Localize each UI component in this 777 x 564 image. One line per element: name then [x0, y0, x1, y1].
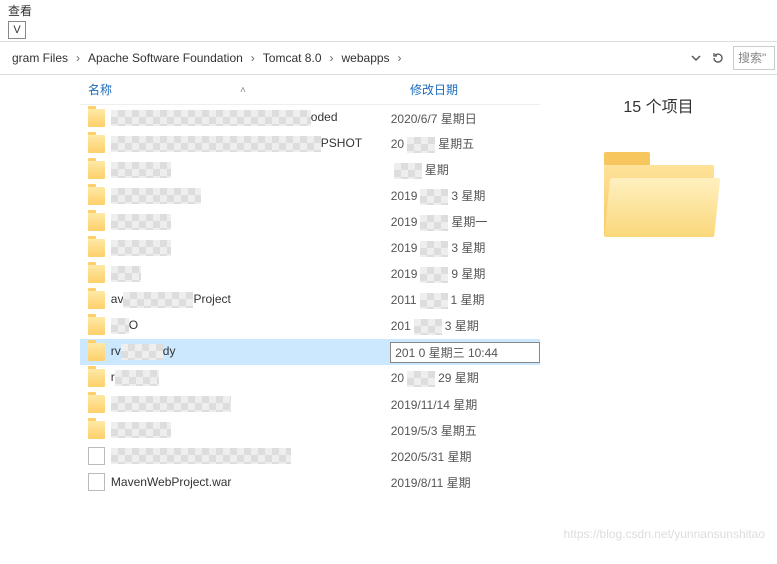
folder-icon [88, 369, 105, 387]
list-item[interactable]: 2019星期一 [80, 209, 540, 235]
crumb-2[interactable]: Tomcat 8.0 [257, 49, 328, 67]
file-list: 名称 ˄ 修改日期 oded2020/6/7 星期日PSHOT20星期五星期20… [0, 75, 540, 564]
column-header-name[interactable]: 名称 ˄ [80, 81, 410, 98]
file-name [111, 214, 391, 230]
folder-icon [88, 135, 105, 153]
folder-preview-icon [604, 147, 714, 237]
chevron-right-icon: › [396, 51, 404, 65]
folder-icon [88, 395, 105, 413]
file-name: r [111, 370, 391, 386]
refresh-icon[interactable] [707, 47, 729, 69]
search-input[interactable]: 搜索" [733, 46, 775, 70]
file-icon [88, 447, 105, 465]
list-item[interactable]: oded2020/6/7 星期日 [80, 105, 540, 131]
file-date: 20193 星期 [391, 187, 540, 205]
file-date: 20199 星期 [391, 265, 540, 283]
list-item[interactable]: r2029 星期 [80, 365, 540, 391]
file-name [111, 448, 391, 464]
list-item[interactable]: rvdy201 0 星期三 10:44 [80, 339, 540, 365]
folder-icon [88, 343, 105, 361]
folder-icon [88, 161, 105, 179]
file-name [111, 188, 391, 204]
file-date: 20星期五 [391, 135, 540, 153]
file-name: O [111, 318, 391, 334]
file-name [111, 396, 391, 412]
list-item[interactable]: 星期 [80, 157, 540, 183]
crumb-0[interactable]: gram Files [6, 49, 74, 67]
folder-icon [88, 265, 105, 283]
list-item[interactable]: 20199 星期 [80, 261, 540, 287]
file-date: 2029 星期 [391, 369, 540, 387]
crumb-3[interactable]: webapps [336, 49, 396, 67]
file-date: 2019/5/3 星期五 [391, 422, 540, 439]
list-item[interactable]: 20193 星期 [80, 235, 540, 261]
chevron-right-icon: › [74, 51, 82, 65]
watermark: https://blog.csdn.net/yunnansunshitao [564, 527, 765, 541]
file-name: rvdy [111, 344, 390, 360]
file-date: 2019/8/11 星期 [391, 474, 540, 491]
file-date: 2020/5/31 星期 [391, 448, 540, 465]
file-name: oded [111, 110, 391, 126]
file-date: 星期 [391, 161, 540, 179]
column-header-date[interactable]: 修改日期 [410, 81, 540, 98]
sort-arrow-icon: ˄ [240, 85, 246, 96]
file-name: MavenWebProject.war [111, 475, 391, 489]
list-item[interactable]: avProject20111 星期 [80, 287, 540, 313]
file-date: 20193 星期 [391, 239, 540, 257]
file-date: 2019/11/14 星期 [391, 396, 540, 413]
address-bar: gram Files › Apache Software Foundation … [0, 41, 777, 75]
file-name [111, 240, 391, 256]
file-date: 20111 星期 [391, 291, 540, 309]
breadcrumb[interactable]: gram Files › Apache Software Foundation … [2, 46, 685, 70]
history-dropdown-icon[interactable] [685, 47, 707, 69]
view-tab-label[interactable]: 查看 [8, 4, 32, 18]
list-item[interactable]: PSHOT20星期五 [80, 131, 540, 157]
item-count-label: 15 个项目 [560, 93, 757, 117]
folder-icon [88, 317, 105, 335]
file-name [111, 266, 391, 282]
list-item[interactable]: 2019/5/3 星期五 [80, 417, 540, 443]
file-name: avProject [111, 292, 391, 308]
list-item[interactable]: 2020/5/31 星期 [80, 443, 540, 469]
folder-icon [88, 421, 105, 439]
file-name [111, 422, 391, 438]
file-date: 2013 星期 [391, 317, 540, 335]
folder-icon [88, 239, 105, 257]
chevron-right-icon: › [328, 51, 336, 65]
file-name [111, 162, 391, 178]
file-name: PSHOT [111, 136, 391, 152]
list-item[interactable]: 2019/11/14 星期 [80, 391, 540, 417]
folder-icon [88, 291, 105, 309]
file-icon [88, 473, 105, 491]
chevron-right-icon: › [249, 51, 257, 65]
file-date: 2020/6/7 星期日 [391, 110, 540, 127]
list-item[interactable]: MavenWebProject.war2019/8/11 星期 [80, 469, 540, 495]
list-item[interactable]: O2013 星期 [80, 313, 540, 339]
folder-icon [88, 187, 105, 205]
list-item[interactable]: 20193 星期 [80, 183, 540, 209]
folder-icon [88, 213, 105, 231]
file-date: 201 0 星期三 10:44 [390, 342, 540, 363]
folder-icon [88, 109, 105, 127]
crumb-1[interactable]: Apache Software Foundation [82, 49, 249, 67]
details-pane: 15 个项目 [540, 75, 777, 564]
file-date: 2019星期一 [391, 213, 540, 231]
view-tab-key: V [8, 21, 26, 39]
